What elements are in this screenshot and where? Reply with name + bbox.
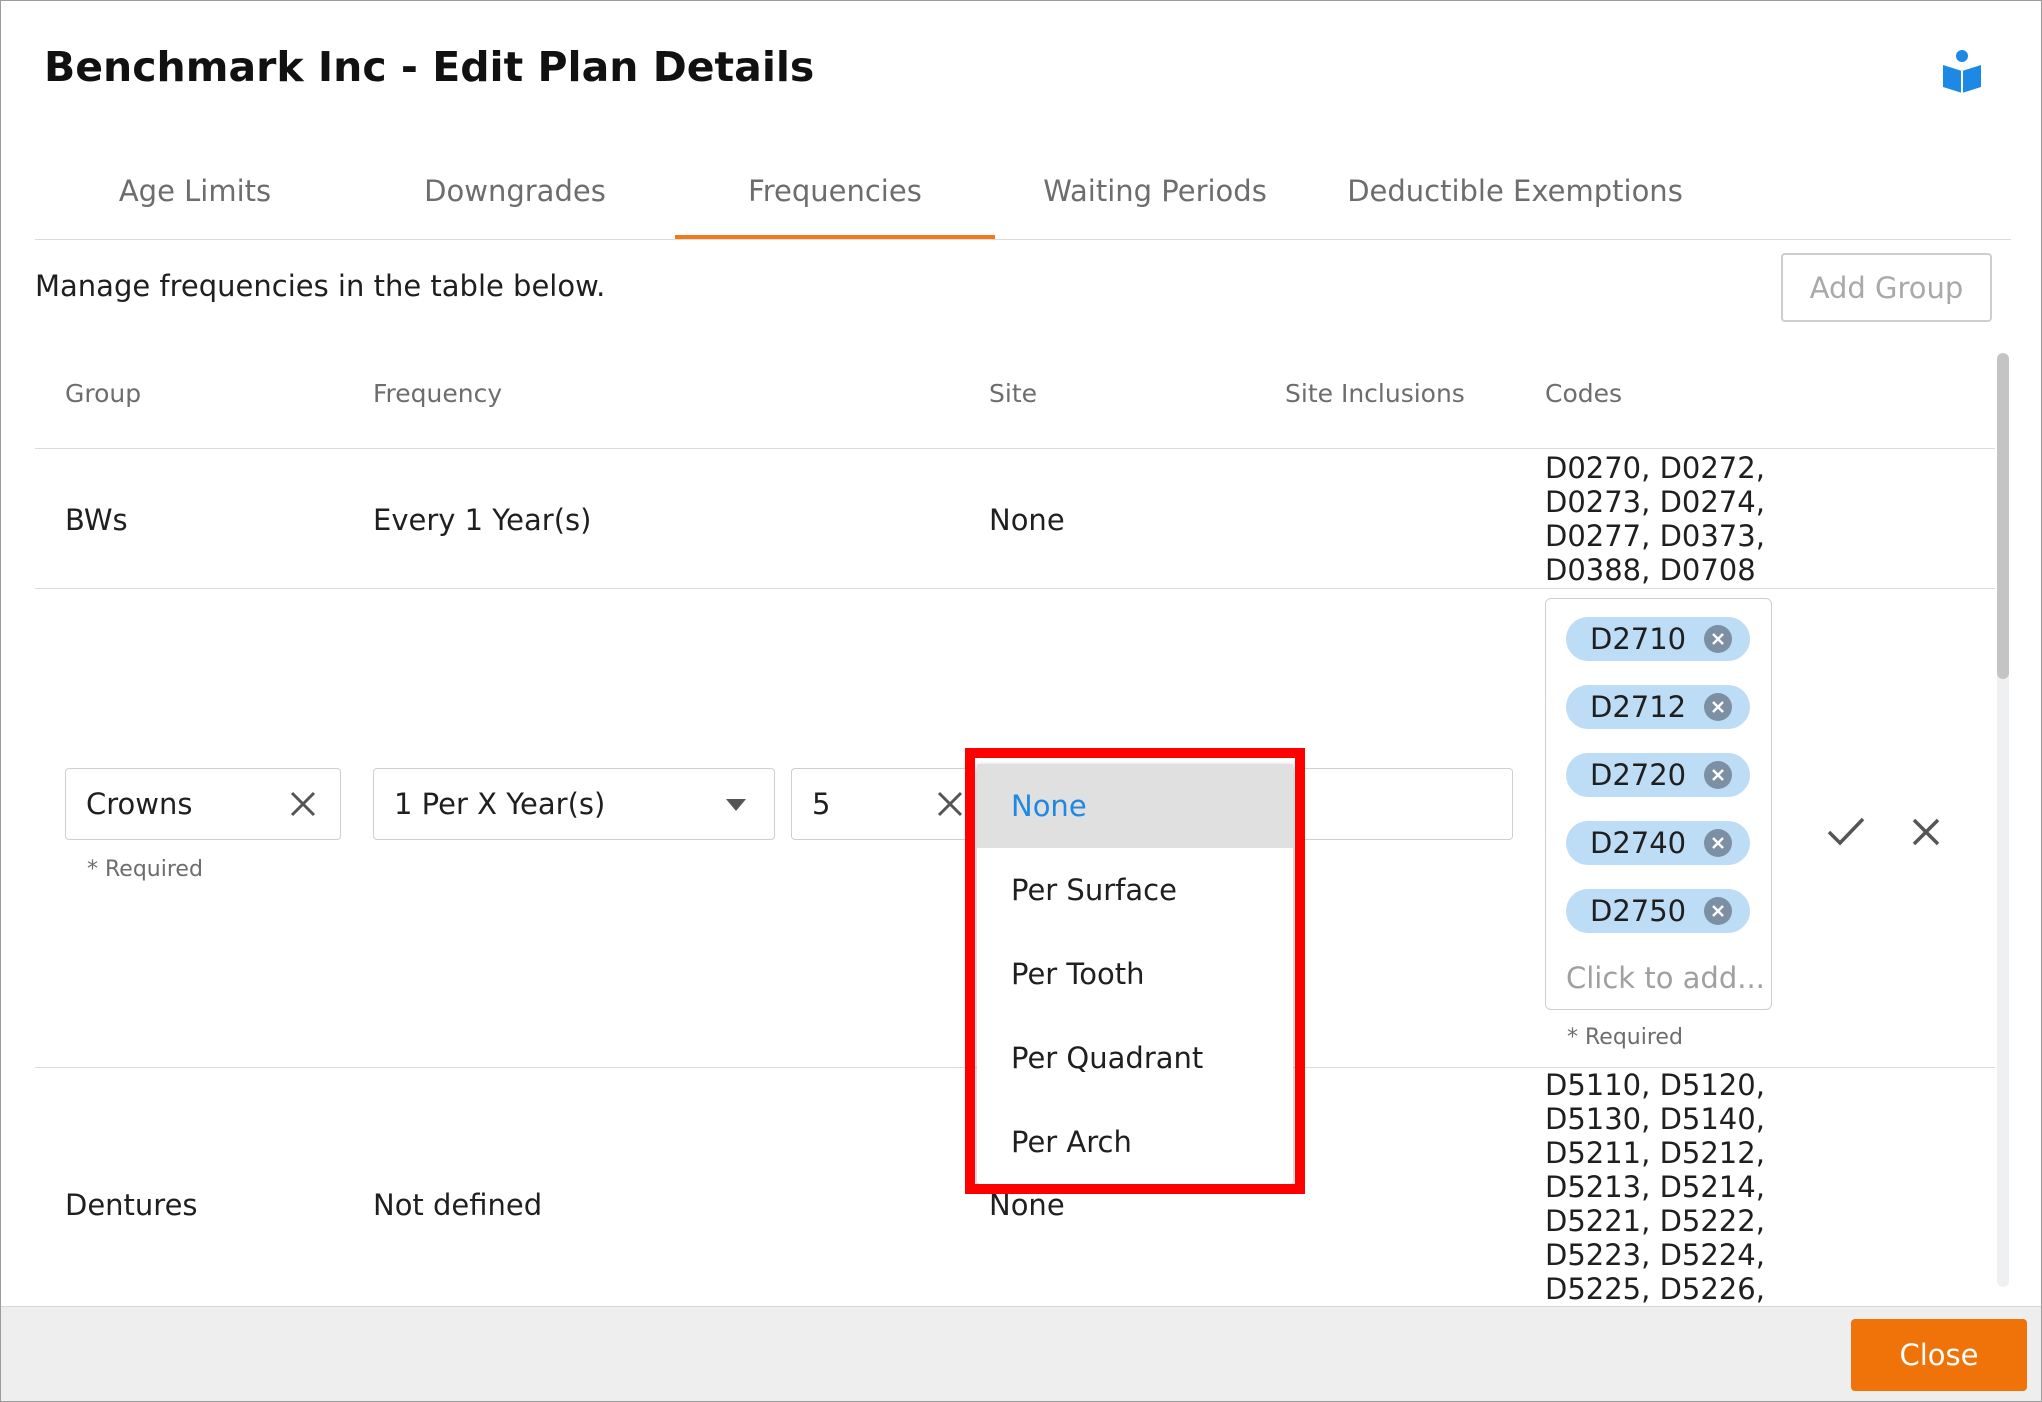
header-codes: Codes xyxy=(1545,379,1623,408)
code-tag: D2712 xyxy=(1566,685,1750,729)
edit-plan-dialog: Benchmark Inc - Edit Plan Details Age Li… xyxy=(0,0,2042,1402)
row-site: None xyxy=(989,1188,1065,1222)
row-frequency: Not defined xyxy=(373,1188,543,1222)
site-inclusions-input[interactable] xyxy=(1301,768,1513,840)
tab-bar: Age Limits Downgrades Frequencies Waitin… xyxy=(35,151,2011,240)
help-book-icon[interactable] xyxy=(1941,49,1983,93)
cancel-x-icon[interactable] xyxy=(1911,817,1941,847)
code-line: D0277, D0373, xyxy=(1545,519,1765,553)
tab-downgrades[interactable]: Downgrades xyxy=(355,151,675,237)
remove-tag-icon[interactable] xyxy=(1704,761,1732,789)
row-group: BWs xyxy=(65,503,128,537)
site-option-per-tooth[interactable]: Per Tooth xyxy=(977,932,1293,1016)
close-button[interactable]: Close xyxy=(1851,1319,2027,1391)
code-tag: D2740 xyxy=(1566,821,1750,865)
header-group: Group xyxy=(65,379,142,408)
group-required-note: * Required xyxy=(87,857,203,882)
tab-waiting-periods[interactable]: Waiting Periods xyxy=(995,151,1315,237)
site-dropdown-menu: None Per Surface Per Tooth Per Quadrant … xyxy=(977,764,1293,1184)
group-name-value: Crowns xyxy=(86,787,193,821)
confirm-check-icon[interactable] xyxy=(1827,816,1865,846)
code-line: D5225, D5226, xyxy=(1545,1272,1765,1306)
code-line: D5110, D5120, xyxy=(1545,1068,1765,1102)
remove-tag-icon[interactable] xyxy=(1704,625,1732,653)
site-option-per-quadrant[interactable]: Per Quadrant xyxy=(977,1016,1293,1100)
remove-tag-icon[interactable] xyxy=(1704,897,1732,925)
tab-frequencies[interactable]: Frequencies xyxy=(675,151,995,239)
row-codes: D0270, D0272, D0273, D0274, D0277, D0373… xyxy=(1545,451,1765,587)
tab-age-limits[interactable]: Age Limits xyxy=(35,151,355,237)
row-frequency: Every 1 Year(s) xyxy=(373,503,592,537)
row-codes: D5110, D5120, D5130, D5140, D5211, D5212… xyxy=(1545,1068,1765,1306)
tag-label: D2750 xyxy=(1590,894,1687,928)
codes-tag-input[interactable]: D2710 D2712 D2720 D2740 D2750 Click to a… xyxy=(1545,598,1772,1010)
site-option-per-surface[interactable]: Per Surface xyxy=(977,848,1293,932)
header-site-inclusions: Site Inclusions xyxy=(1285,379,1465,408)
clear-group-icon[interactable] xyxy=(288,789,318,819)
frequency-value: 1 Per X Year(s) xyxy=(394,787,606,821)
frequency-select[interactable]: 1 Per X Year(s) xyxy=(373,768,775,840)
code-line: D0270, D0272, xyxy=(1545,451,1765,485)
row-group: Dentures xyxy=(65,1188,198,1222)
code-line: D5223, D5224, xyxy=(1545,1238,1765,1272)
code-line: D5211, D5212, xyxy=(1545,1136,1765,1170)
tags-placeholder: Click to add... xyxy=(1566,961,1765,995)
code-line: D0273, D0274, xyxy=(1545,485,1765,519)
tab-deductible-exemptions[interactable]: Deductible Exemptions xyxy=(1315,151,1715,237)
tag-label: D2712 xyxy=(1590,690,1687,724)
row-divider xyxy=(35,588,1995,589)
codes-required-note: * Required xyxy=(1567,1025,1683,1050)
clear-years-icon[interactable] xyxy=(935,789,965,819)
tag-label: D2710 xyxy=(1590,622,1687,656)
table-description: Manage frequencies in the table below. xyxy=(35,269,606,303)
code-tag: D2750 xyxy=(1566,889,1750,933)
add-group-button[interactable]: Add Group xyxy=(1781,253,1992,322)
code-tag: D2720 xyxy=(1566,753,1750,797)
remove-tag-icon[interactable] xyxy=(1704,693,1732,721)
site-option-none[interactable]: None xyxy=(977,764,1293,848)
scrollbar-thumb[interactable] xyxy=(1997,353,2009,679)
years-input[interactable]: 5 xyxy=(791,768,971,840)
code-line: D0388, D0708 xyxy=(1545,553,1756,587)
group-name-input[interactable]: Crowns xyxy=(65,768,341,840)
tag-label: D2720 xyxy=(1590,758,1687,792)
code-line: D5213, D5214, xyxy=(1545,1170,1765,1204)
dialog-title: Benchmark Inc - Edit Plan Details xyxy=(44,43,815,91)
caret-down-icon xyxy=(726,799,746,811)
tag-label: D2740 xyxy=(1590,826,1687,860)
remove-tag-icon[interactable] xyxy=(1704,829,1732,857)
years-value: 5 xyxy=(812,787,831,821)
header-frequency: Frequency xyxy=(373,379,503,408)
code-line: D5130, D5140, xyxy=(1545,1102,1765,1136)
site-option-per-arch[interactable]: Per Arch xyxy=(977,1100,1293,1184)
dialog-footer xyxy=(1,1306,2041,1401)
code-line: D5221, D5222, xyxy=(1545,1204,1765,1238)
header-site: Site xyxy=(989,379,1037,408)
row-site: None xyxy=(989,503,1065,537)
code-tag: D2710 xyxy=(1566,617,1750,661)
header-divider xyxy=(35,448,1995,449)
